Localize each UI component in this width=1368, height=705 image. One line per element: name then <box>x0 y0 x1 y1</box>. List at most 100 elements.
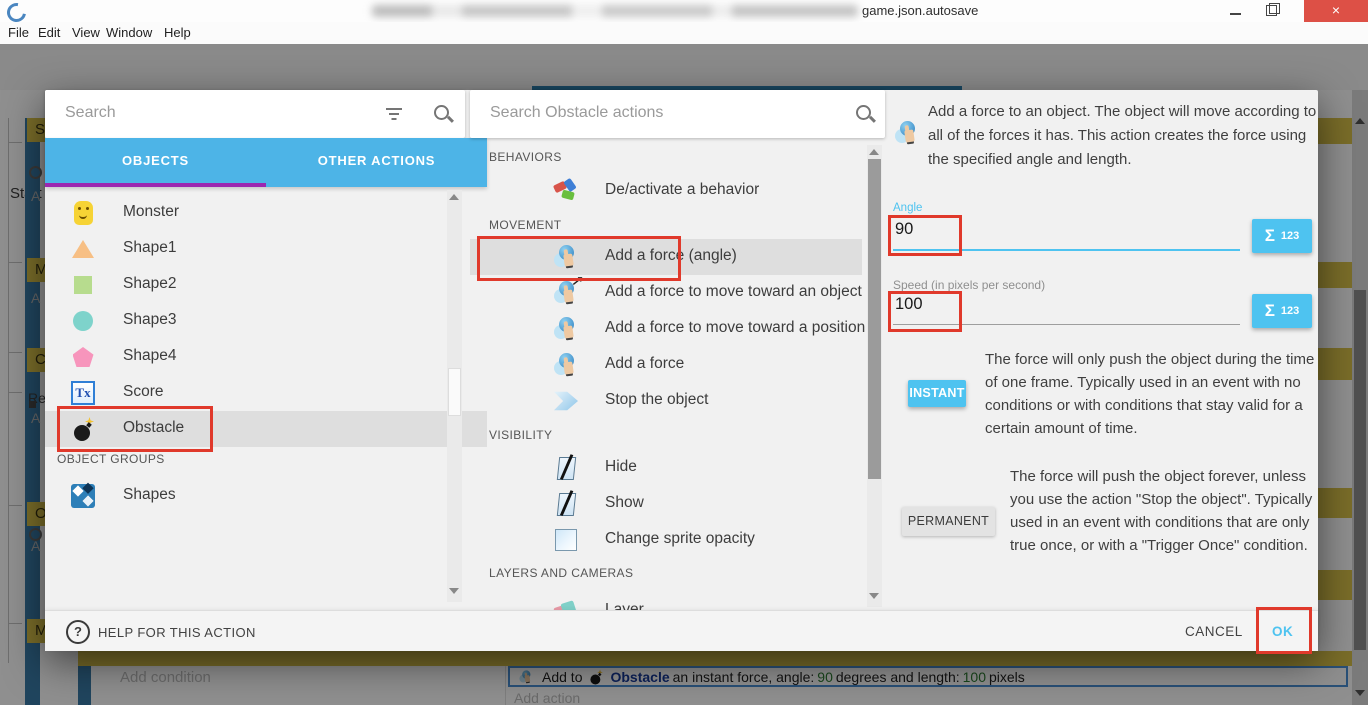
angle-field-label: Angle <box>893 202 922 214</box>
action-description: Add a force to an object. The object wil… <box>928 100 1328 172</box>
stop-icon <box>553 388 579 414</box>
object-search-placeholder: Search <box>65 104 116 122</box>
opacity-icon <box>553 527 579 553</box>
section-movement: MOVEMENT <box>489 218 562 232</box>
object-row-shape1[interactable]: Shape1 <box>45 231 487 267</box>
action-row-force-toward-position[interactable]: Add a force to move toward a position <box>470 311 862 347</box>
object-row-obstacle[interactable]: Obstacle <box>45 411 487 447</box>
action-row-show[interactable]: Show <box>470 486 862 522</box>
filter-icon[interactable] <box>385 107 403 121</box>
angle-field-value[interactable]: 90 <box>895 220 913 239</box>
object-label: Shape3 <box>123 311 176 329</box>
help-icon[interactable]: ? <box>66 620 90 644</box>
instant-description: The force will only push the object duri… <box>985 348 1315 440</box>
objects-scrollbar-thumb[interactable] <box>448 368 461 416</box>
menu-view[interactable]: View <box>72 25 100 40</box>
object-label: Shape2 <box>123 275 176 293</box>
action-editor-dialog: Search OBJECTS OTHER ACTIONS Monster Sha… <box>45 90 1318 650</box>
active-tab-indicator <box>45 183 266 187</box>
bomb-icon <box>70 416 96 442</box>
action-row-stop-object[interactable]: Stop the object <box>470 383 862 419</box>
action-label: De/activate a behavior <box>605 181 759 199</box>
scroll-up-icon[interactable] <box>869 149 879 155</box>
actions-list: BEHAVIORS De/activate a behavior MOVEMEN… <box>470 138 885 610</box>
layer-icon <box>553 598 579 610</box>
object-label: Shape1 <box>123 239 176 257</box>
sigma-icon: Σ <box>1265 226 1275 246</box>
action-row-layer[interactable]: Layer <box>470 593 862 610</box>
text-object-icon: Tx <box>70 380 96 406</box>
instant-button[interactable]: INSTANT <box>908 380 966 407</box>
object-row-monster[interactable]: Monster <box>45 195 487 231</box>
show-icon <box>553 491 579 517</box>
object-row-shapes-group[interactable]: Shapes <box>45 478 487 514</box>
behavior-icon <box>553 178 579 204</box>
cancel-button[interactable]: CANCEL <box>1185 624 1243 639</box>
monster-icon <box>70 200 96 226</box>
speed-field-underline <box>893 324 1240 325</box>
section-behaviors: BEHAVIORS <box>489 150 562 164</box>
action-row-add-force-angle[interactable]: Add a force (angle) <box>470 239 862 275</box>
speed-expression-button[interactable]: Σ 123 <box>1252 294 1312 328</box>
blurred-title-path <box>372 5 858 17</box>
menu-help[interactable]: Help <box>164 25 191 40</box>
action-label: Add a force to move toward a position <box>605 319 865 337</box>
action-label: Add a force (angle) <box>605 247 737 265</box>
objects-scrollbar[interactable] <box>447 190 462 602</box>
tab-objects[interactable]: OBJECTS <box>45 138 266 183</box>
force-icon <box>553 316 579 342</box>
window-title: game.json.autosave <box>862 3 978 18</box>
object-row-shape2[interactable]: Shape2 <box>45 267 487 303</box>
angle-expression-button[interactable]: Σ 123 <box>1252 219 1312 253</box>
action-row-force-toward-object[interactable]: ↗ Add a force to move toward an object <box>470 275 862 311</box>
square-icon <box>70 272 96 298</box>
numbers-icon: 123 <box>1281 230 1299 242</box>
section-visibility: VISIBILITY <box>489 428 552 442</box>
actions-scrollbar-thumb[interactable] <box>868 159 881 479</box>
action-label: Show <box>605 494 644 512</box>
permanent-button[interactable]: PERMANENT <box>902 507 995 536</box>
minimize-button[interactable] <box>1218 0 1254 22</box>
object-label: Score <box>123 383 164 401</box>
group-icon <box>70 483 96 509</box>
object-row-score[interactable]: Tx Score <box>45 375 487 411</box>
menu-bar: File Edit View Window Help <box>0 22 1368 45</box>
hide-icon <box>553 455 579 481</box>
action-row-hide[interactable]: Hide <box>470 450 862 486</box>
action-row-change-opacity[interactable]: Change sprite opacity <box>470 522 862 558</box>
speed-field-value[interactable]: 100 <box>895 295 923 314</box>
action-row-deactivate-behavior[interactable]: De/activate a behavior <box>470 173 862 209</box>
circle-icon <box>70 308 96 334</box>
close-button[interactable]: × <box>1304 0 1368 22</box>
action-search-field[interactable]: Search Obstacle actions <box>470 90 885 138</box>
object-row-shape3[interactable]: Shape3 <box>45 303 487 339</box>
scroll-up-icon[interactable] <box>449 194 459 200</box>
permanent-description: The force will push the object forever, … <box>1010 465 1320 557</box>
object-row-shape4[interactable]: Shape4 <box>45 339 487 375</box>
menu-window[interactable]: Window <box>106 25 152 40</box>
scroll-down-icon[interactable] <box>869 593 879 599</box>
numbers-icon: 123 <box>1281 305 1299 317</box>
search-icon <box>433 104 453 124</box>
maximize-button[interactable] <box>1254 0 1290 22</box>
action-label: Change sprite opacity <box>605 530 755 548</box>
tab-other-actions[interactable]: OTHER ACTIONS <box>266 138 487 183</box>
action-label: Stop the object <box>605 391 708 409</box>
object-label: Monster <box>123 203 179 221</box>
object-label: Obstacle <box>123 419 184 437</box>
action-label: Hide <box>605 458 637 476</box>
menu-edit[interactable]: Edit <box>38 25 60 40</box>
actions-scrollbar[interactable] <box>867 145 882 607</box>
action-row-add-force[interactable]: Add a force <box>470 347 862 383</box>
ok-button[interactable]: OK <box>1272 624 1293 639</box>
action-label: Add a force <box>605 355 684 373</box>
object-groups-header: OBJECT GROUPS <box>57 452 165 466</box>
menu-file[interactable]: File <box>8 25 29 40</box>
help-link[interactable]: HELP FOR THIS ACTION <box>98 625 256 640</box>
force-icon <box>553 352 579 378</box>
scroll-down-icon[interactable] <box>449 588 459 594</box>
sigma-icon: Σ <box>1265 301 1275 321</box>
object-search-field[interactable]: Search <box>45 90 465 138</box>
speed-field-label: Speed (in pixels per second) <box>893 278 1045 292</box>
angle-field-underline <box>893 249 1240 251</box>
